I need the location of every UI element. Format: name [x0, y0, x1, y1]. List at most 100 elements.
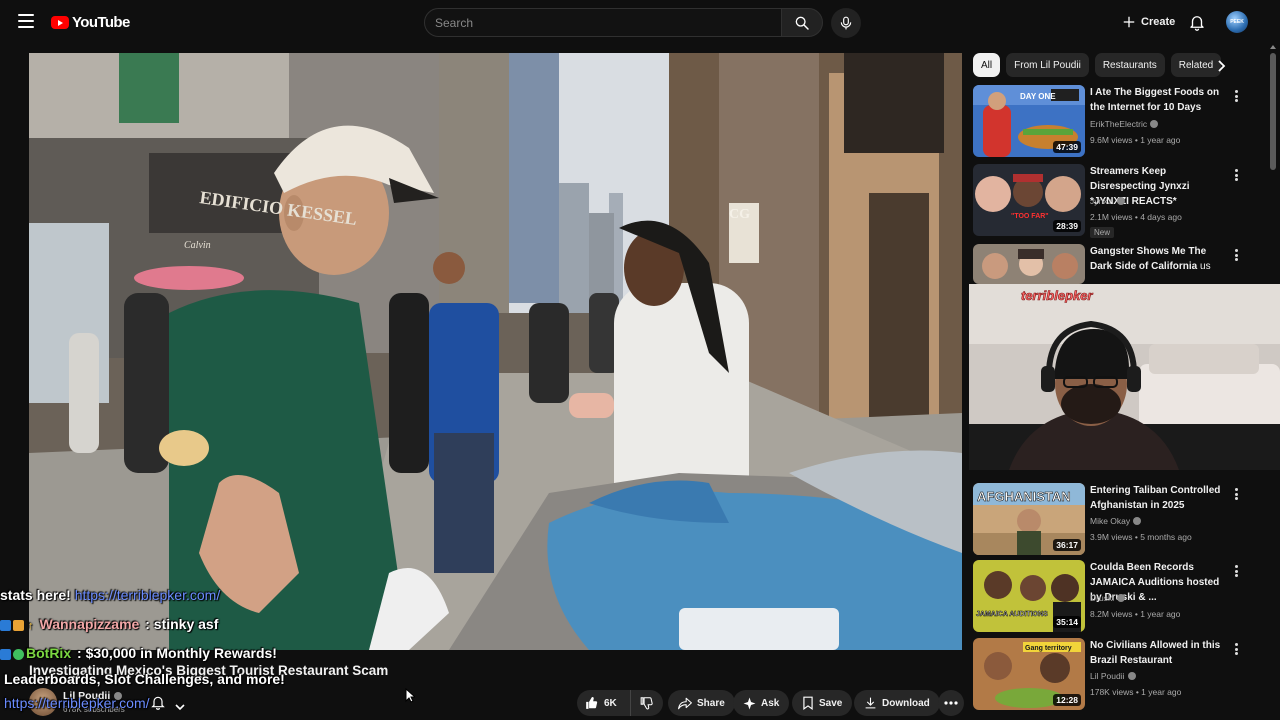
- more-horizontal-icon: [944, 701, 958, 705]
- create-label: Create: [1141, 16, 1176, 28]
- chip-restaurants[interactable]: Restaurants: [1094, 53, 1165, 77]
- video-title[interactable]: I Ate The Biggest Foods on the Internet …: [1090, 85, 1230, 115]
- more-actions-icon[interactable]: [1231, 247, 1241, 263]
- chat-text: stats here!: [0, 587, 71, 603]
- video-title[interactable]: Gangster Shows Me The Dark Side of Calif…: [1090, 244, 1230, 274]
- video-thumbnail[interactable]: "TOO FAR" 28:39: [973, 164, 1085, 236]
- page-scrollbar[interactable]: [1270, 53, 1276, 170]
- chips-next-button[interactable]: [1216, 59, 1226, 77]
- chat-message: : stinky asf: [145, 616, 219, 632]
- search-input[interactable]: [425, 9, 781, 36]
- webcam-image: terriblepker: [969, 284, 1280, 470]
- create-button[interactable]: Create: [1113, 8, 1177, 36]
- share-button[interactable]: Share: [668, 690, 735, 716]
- duration-badge: 35:14: [1053, 616, 1081, 628]
- notifications-button[interactable]: [1188, 13, 1206, 36]
- share-icon: [678, 697, 692, 709]
- menu-icon[interactable]: [18, 14, 34, 28]
- more-actions-button[interactable]: [938, 690, 964, 716]
- voice-search-button[interactable]: [831, 8, 861, 38]
- video-title-suffix: us: [1200, 261, 1211, 272]
- chat-line: stats here! https://terriblepker.com/: [0, 587, 220, 603]
- plus-icon: [1123, 16, 1135, 28]
- more-actions-icon[interactable]: [1231, 641, 1241, 657]
- thumbnail-caption: "TOO FAR": [1011, 213, 1049, 220]
- search-box: [424, 8, 782, 37]
- more-actions-icon[interactable]: [1231, 88, 1241, 104]
- thumbnail-caption: AFGHANISTAN: [977, 489, 1071, 504]
- share-label: Share: [697, 697, 725, 709]
- video-thumbnail[interactable]: JAMAICA AUDITIONS 35:14: [973, 560, 1085, 632]
- subscription-notifications-button[interactable]: [150, 694, 166, 715]
- save-button[interactable]: Save: [792, 690, 853, 716]
- duration-badge: 28:39: [1053, 220, 1081, 232]
- video-thumbnail[interactable]: Gang territory 12:28: [973, 638, 1085, 710]
- chat-line: BotRix : $30,000 in Monthly Rewards!: [0, 645, 277, 661]
- thumbnail-caption: JAMAICA AUDITIONS: [976, 611, 1048, 618]
- chat-badge-icon: [0, 619, 11, 631]
- scroll-up-arrow-icon[interactable]: [1270, 45, 1276, 49]
- channel-name[interactable]: Lil Poudii: [1090, 671, 1136, 681]
- video-thumbnail[interactable]: [973, 244, 1085, 284]
- recommendation-item[interactable]: DAY ONE 47:39 I Ate The Biggest Foods on…: [973, 85, 1245, 157]
- chip-related[interactable]: Related: [1170, 53, 1222, 77]
- video-meta: 8.2M views • 1 year ago: [1090, 609, 1181, 619]
- video-title-text: Gangster Shows Me The Dark Side of Calif…: [1090, 246, 1207, 272]
- channel-name[interactable]: Mike Okay: [1090, 516, 1142, 526]
- like-count: 6K: [604, 697, 617, 709]
- storefront-small-sign: Calvin: [184, 240, 211, 251]
- verified-icon: [1150, 120, 1159, 128]
- masthead: YouTube Create PEEK: [0, 0, 1280, 44]
- recommendation-item[interactable]: "TOO FAR" 28:39 Streamers Keep Disrespec…: [973, 164, 1245, 238]
- subscription-menu-button[interactable]: [175, 698, 185, 716]
- avatar-text: PEEK: [1230, 19, 1244, 25]
- chat-badge-icon: [13, 619, 24, 631]
- ask-label: Ask: [761, 697, 780, 709]
- chip-all[interactable]: All: [973, 53, 1001, 77]
- channel-name[interactable]: Druski: [1090, 593, 1126, 603]
- mouse-cursor-icon: [405, 688, 415, 703]
- ask-button[interactable]: Ask: [733, 690, 790, 716]
- channel-name[interactable]: ErikTheElectric: [1090, 119, 1159, 129]
- youtube-logo[interactable]: YouTube: [51, 14, 130, 31]
- more-actions-icon[interactable]: [1231, 486, 1241, 502]
- duration-badge: 12:28: [1053, 694, 1081, 706]
- more-actions-icon[interactable]: [1231, 563, 1241, 579]
- microphone-icon: [840, 16, 852, 30]
- thumbs-down-icon: [640, 697, 653, 710]
- video-meta: 178K views • 1 year ago: [1090, 687, 1182, 697]
- video-title[interactable]: No Civilians Allowed in this Brazil Rest…: [1090, 638, 1230, 668]
- account-avatar[interactable]: PEEK: [1226, 11, 1248, 33]
- channel-label: Jynxzi: [1090, 196, 1114, 206]
- search-button[interactable]: [781, 8, 823, 37]
- channel-name[interactable]: Jynxzi: [1090, 196, 1125, 206]
- chat-line: ↑ Wannapizzame : stinky asf: [0, 616, 218, 632]
- youtube-play-icon: [51, 16, 69, 29]
- sparkle-icon: [743, 697, 756, 709]
- chat-link[interactable]: https://terriblepker.com/: [4, 695, 150, 711]
- streamer-webcam-overlay: terriblepker: [969, 284, 1280, 470]
- recommendation-item[interactable]: Gangster Shows Me The Dark Side of Calif…: [973, 244, 1245, 284]
- video-thumbnail[interactable]: AFGHANISTAN 36:17: [973, 483, 1085, 555]
- recommendation-item[interactable]: JAMAICA AUDITIONS 35:14 Coulda Been Reco…: [973, 560, 1245, 632]
- chat-username: BotRix: [26, 645, 72, 661]
- video-thumbnail[interactable]: DAY ONE 47:39: [973, 85, 1085, 157]
- new-badge: New: [1090, 227, 1115, 238]
- download-button[interactable]: Download: [854, 690, 940, 716]
- video-title[interactable]: Entering Taliban Controlled Afghanistan …: [1090, 483, 1230, 513]
- verified-icon: [1127, 672, 1136, 680]
- video-player[interactable]: EDIFICIO KESSEL Calvin CG: [29, 53, 962, 650]
- chip-from-channel[interactable]: From Lil Poudii: [1006, 53, 1089, 77]
- recommendation-item[interactable]: Gang territory 12:28 No Civilians Allowe…: [973, 638, 1245, 710]
- recommendation-item[interactable]: AFGHANISTAN 36:17 Entering Taliban Contr…: [973, 483, 1245, 555]
- channel-label: Mike Okay: [1090, 516, 1131, 526]
- bell-icon: [151, 696, 165, 710]
- chat-link[interactable]: https://terriblepker.com/: [75, 587, 221, 603]
- like-button[interactable]: 6K: [577, 690, 631, 716]
- dislike-button[interactable]: [631, 690, 663, 716]
- more-actions-icon[interactable]: [1231, 167, 1241, 183]
- youtube-watch-page: YouTube Create PEEK: [0, 0, 1280, 720]
- duration-badge: 36:17: [1053, 539, 1081, 551]
- chat-line: Leaderboards, Slot Challenges, and more!: [4, 671, 285, 687]
- chat-line: https://terriblepker.com/: [4, 695, 150, 711]
